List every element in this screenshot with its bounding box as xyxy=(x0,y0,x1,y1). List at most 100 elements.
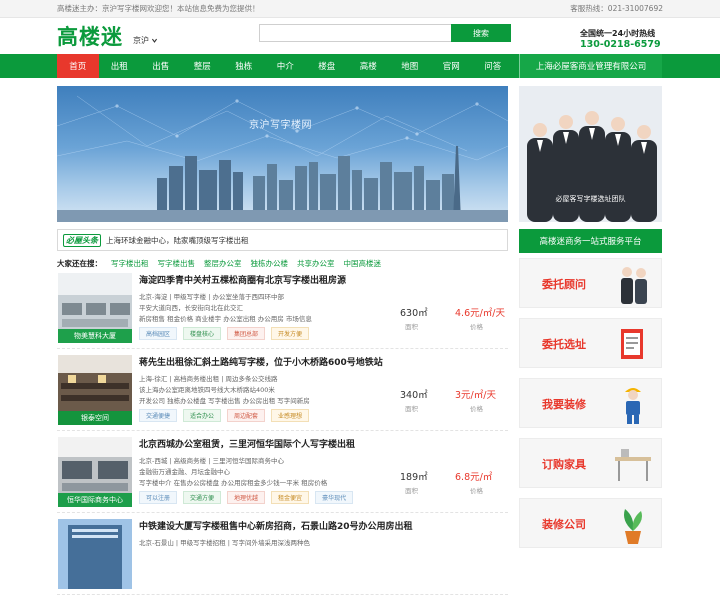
nav-item-home[interactable]: 首页 xyxy=(57,54,99,78)
company-name[interactable]: 上海必屋客商业管理有限公司 xyxy=(519,54,662,78)
listing-area: 189㎡ xyxy=(400,472,428,483)
service-list: 委托顾问 委托选址 我要装修 订购家具 装修公司 xyxy=(519,258,662,558)
service-item-site-selection[interactable]: 委托选址 xyxy=(519,318,662,368)
team-caption: 必屋客写字楼选址团队 xyxy=(555,195,626,203)
listing-area: 630㎡ xyxy=(400,308,428,319)
search-button[interactable]: 搜索 xyxy=(451,24,511,42)
tag: 交通方便 xyxy=(183,491,222,504)
nav-item-map[interactable]: 地图 xyxy=(389,54,431,78)
building-photo xyxy=(58,519,132,589)
listing-tags: 交通便捷 适合办公 周边配套 业感理想 xyxy=(139,409,310,422)
listing-price: 6.8元/㎡ xyxy=(455,472,493,483)
price-label: 价格 xyxy=(470,487,483,495)
price-label: 价格 xyxy=(470,405,483,413)
listing-price: 3元/㎡/天 xyxy=(455,390,496,401)
city-selector[interactable]: 京沪 xyxy=(133,35,158,46)
tag: 租金便宜 xyxy=(271,491,310,504)
listing-item[interactable]: 恒华国际商务中心 北京西城办公室租赁，三里河恒华国际个人写字楼出租 北京-西城 … xyxy=(57,434,508,513)
service-label: 委托顾问 xyxy=(542,278,586,291)
nav-item-tower[interactable]: 高楼 xyxy=(348,54,390,78)
tag: 适合办公 xyxy=(183,409,222,422)
team-image[interactable]: 必屋客写字楼选址团队 xyxy=(519,86,662,222)
hot-search-link[interactable]: 独栋办公楼 xyxy=(251,258,289,269)
headline-badge: 必屋头条 xyxy=(63,233,101,247)
banner[interactable]: 京沪写字楼网 xyxy=(57,86,508,222)
tag: 交通便捷 xyxy=(139,409,178,422)
listing-thumbnail[interactable]: 物美慧科大厦 xyxy=(58,273,132,343)
listing-price: 4.6元/㎡/天 xyxy=(455,308,506,319)
hot-search-link[interactable]: 中国高楼迷 xyxy=(344,258,382,269)
listing-thumbnail[interactable] xyxy=(58,519,132,589)
nav-item-floor[interactable]: 整层 xyxy=(182,54,224,78)
nav-item-agency[interactable]: 中介 xyxy=(265,54,307,78)
service-item-consultant[interactable]: 委托顾问 xyxy=(519,258,662,308)
chevron-down-icon xyxy=(151,38,158,43)
city-label: 京沪 xyxy=(133,35,149,45)
listing-tags: 高档园区 楼盘核心 集团总部 开发方便 xyxy=(139,327,310,340)
search-bar: 搜索 xyxy=(259,24,511,42)
hot-search-link[interactable]: 写字楼出租 xyxy=(111,258,149,269)
nav-item-qa[interactable]: 问答 xyxy=(472,54,514,78)
nav-item-rent[interactable]: 出租 xyxy=(99,54,141,78)
listing-item[interactable]: 银泰空间 蒋先生出租徐汇斜土路纯写字楼，位于小木桥路600号地铁站 上海-徐汇 … xyxy=(57,352,508,431)
listing-thumbnail[interactable]: 银泰空间 xyxy=(58,355,132,425)
nav-item-sale[interactable]: 出售 xyxy=(140,54,182,78)
header: 高楼迷 京沪 搜索 全国统一24小时热线 130-0218-6579 xyxy=(0,18,720,54)
nav-item-property[interactable]: 楼盘 xyxy=(306,54,348,78)
listing-info: 北京-西城 | 高级商务楼 | 三里河恒华国际商务中心 xyxy=(139,457,284,465)
nav-item-building[interactable]: 独栋 xyxy=(223,54,265,78)
listing-area: 340㎡ xyxy=(400,390,428,401)
listing-item[interactable]: 中铁建设大厦写字楼租售中心新房招商，石景山路20号办公用房出租 北京-石景山 |… xyxy=(57,516,508,595)
main-nav: 首页 出租 出售 整层 独栋 中介 楼盘 高楼 地图 官网 问答 上海必屋客商业… xyxy=(0,54,720,78)
hot-search-label: 大家还在搜： xyxy=(57,259,102,268)
listing-info: 上海-徐汇 | 高档商务楼出租 | 周边多条公交线路 xyxy=(139,375,278,383)
area-label: 面积 xyxy=(405,405,418,413)
plant-icon xyxy=(624,509,642,544)
tag: 高档园区 xyxy=(139,327,178,340)
listing-thumb-caption: 物美慧科大厦 xyxy=(58,329,132,343)
listing-info: 写字楼中介 在售办公房楼盘 办公用房租金多少钱一平米 租房价格 xyxy=(139,479,328,487)
banner-title: 京沪写字楼网 xyxy=(249,120,312,131)
city-skyline-image xyxy=(57,95,508,222)
service-item-decoration-company[interactable]: 装修公司 xyxy=(519,498,662,548)
listing-title[interactable]: 中铁建设大厦写字楼租售中心新房招商，石景山路20号办公用房出租 xyxy=(139,519,413,532)
listing-info: 北京-海淀 | 甲级写字楼 | 办公室坐落于西四环中部 xyxy=(139,293,284,301)
tag: 业感理想 xyxy=(271,409,310,422)
hot-search-link[interactable]: 共享办公室 xyxy=(297,258,335,269)
headline-text[interactable]: 上海环球金融中心，陆家嘴顶级写字楼出租 xyxy=(106,235,249,246)
tag: 可以注册 xyxy=(139,491,178,504)
listing-thumb-caption: 恒华国际商务中心 xyxy=(58,493,132,507)
hotline-number: 130-0218-6579 xyxy=(580,39,661,50)
listing-item[interactable]: 物美慧科大厦 海淀四季青中关村五棵松商圈有北京写字楼出租房源 北京-海淀 | 甲… xyxy=(57,270,508,349)
listing-title[interactable]: 海淀四季青中关村五棵松商圈有北京写字楼出租房源 xyxy=(139,273,346,286)
hot-search-link[interactable]: 整层办公室 xyxy=(204,258,242,269)
listing-thumb-caption: 银泰空间 xyxy=(58,411,132,425)
welcome-text: 高楼迷主办：京沪写字楼网欢迎您！本站信息免费为您提供！ xyxy=(57,4,260,13)
headline-bar[interactable]: 必屋头条 上海环球金融中心，陆家嘴顶级写字楼出租 xyxy=(57,229,508,251)
search-input[interactable] xyxy=(259,24,451,42)
price-label: 价格 xyxy=(470,323,483,331)
service-label: 订购家具 xyxy=(542,458,586,471)
clipboard-icon xyxy=(621,329,643,359)
listing-info: 开发公司 独栋办公楼盘 写字楼出售 办公房出租 写字间新房 xyxy=(139,397,310,405)
service-phone: 客服热线：021-31007692 xyxy=(570,4,663,13)
tag: 开发方便 xyxy=(271,327,310,340)
service-item-renovation[interactable]: 我要装修 xyxy=(519,378,662,428)
service-item-furniture[interactable]: 订购家具 xyxy=(519,438,662,488)
hotline: 全国统一24小时热线 130-0218-6579 xyxy=(580,28,661,50)
tag: 地理优越 xyxy=(227,491,266,504)
listing-title[interactable]: 北京西城办公室租赁，三里河恒华国际个人写字楼出租 xyxy=(139,437,355,450)
top-bar: 高楼迷主办：京沪写字楼网欢迎您！本站信息免费为您提供！ 客服热线：021-310… xyxy=(0,0,720,18)
tag: 集团总部 xyxy=(227,327,266,340)
worker-icon xyxy=(625,388,641,424)
listing-title[interactable]: 蒋先生出租徐汇斜土路纯写字楼，位于小木桥路600号地铁站 xyxy=(139,355,383,368)
nav-item-official[interactable]: 官网 xyxy=(431,54,473,78)
tag: 豪华现代 xyxy=(315,491,354,504)
hotline-title: 全国统一24小时热线 xyxy=(580,29,656,38)
tag: 周边配套 xyxy=(227,409,266,422)
listing-thumbnail[interactable]: 恒华国际商务中心 xyxy=(58,437,132,507)
site-logo[interactable]: 高楼迷 xyxy=(57,21,123,51)
listing-info: 该上海办公室距离地铁四号线大木桥路站400米 xyxy=(139,386,275,394)
hot-search-link[interactable]: 写字楼出售 xyxy=(158,258,196,269)
service-label: 装修公司 xyxy=(542,518,586,531)
